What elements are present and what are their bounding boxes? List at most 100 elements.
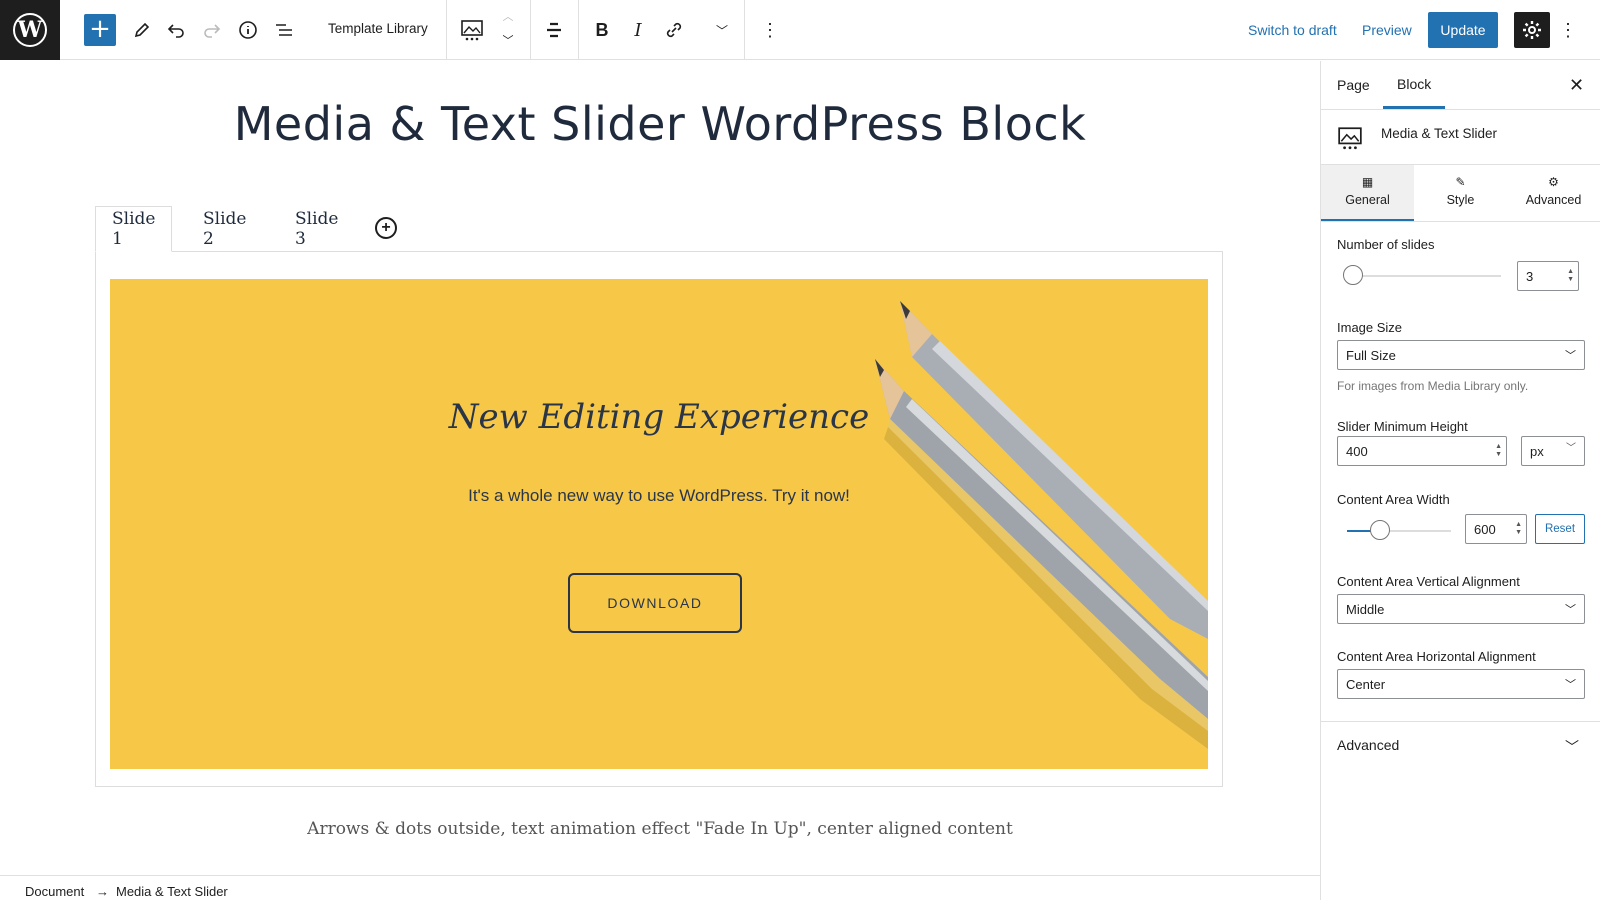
settings-sidebar: Page Block ✕ Media & Text Slider ▦ Gener… — [1320, 61, 1600, 900]
block-type-button[interactable] — [456, 14, 488, 46]
template-library-button[interactable]: Template Library — [328, 21, 428, 36]
divider — [1321, 721, 1600, 722]
details-button[interactable] — [232, 14, 264, 46]
italic-icon: I — [634, 19, 642, 41]
options-menu-button[interactable]: ⋮ — [1558, 14, 1578, 46]
image-size-select[interactable]: Full Size ﹀ — [1337, 340, 1585, 370]
block-card — [1337, 125, 1363, 151]
more-rich-text-button[interactable]: ﹀ — [706, 14, 738, 46]
vertical-alignment-label: Content Area Vertical Alignment — [1337, 574, 1520, 589]
advanced-panel-toggle[interactable]: Advanced — [1337, 737, 1399, 753]
slide-1[interactable]: New Editing Experience It's a whole new … — [110, 279, 1208, 769]
chevron-down-icon: ﹀ — [1565, 679, 1576, 691]
slider-block[interactable]: New Editing Experience It's a whole new … — [95, 251, 1223, 787]
vertical-alignment-select[interactable]: Middle ﹀ — [1337, 594, 1585, 624]
horizontal-alignment-label: Content Area Horizontal Alignment — [1337, 649, 1536, 664]
breadcrumb: Document → Media & Text Slider — [0, 875, 1320, 900]
align-button[interactable] — [538, 14, 570, 46]
redo-icon — [204, 24, 221, 38]
media-slider-icon — [461, 20, 483, 41]
download-button[interactable]: DOWNLOAD — [568, 573, 742, 633]
reset-button[interactable]: Reset — [1535, 514, 1585, 544]
media-slider-icon — [1338, 127, 1362, 150]
chevron-down-icon: ﹀ — [1565, 350, 1576, 362]
block-options-button[interactable]: ⋮ — [754, 14, 786, 46]
spinner-icon[interactable]: ▲ ▼ — [1495, 443, 1502, 459]
bold-button[interactable]: B — [586, 14, 618, 46]
vertical-alignment-value: Middle — [1346, 601, 1385, 617]
number-of-slides-track[interactable] — [1347, 275, 1501, 277]
close-icon: ✕ — [1569, 75, 1585, 95]
editor-top-toolbar: W + Template Library ︿ ﹀ B I ﹀ ⋮ Switch … — [0, 0, 1600, 60]
divider — [1321, 221, 1600, 222]
plus-circle-icon: + — [381, 219, 391, 236]
arrow-right-icon: → — [96, 884, 109, 899]
close-sidebar-button[interactable]: ✕ — [1569, 75, 1584, 96]
content-area-width-value: 600 — [1474, 521, 1496, 537]
layout-icon: ▦ — [1361, 175, 1374, 189]
horizontal-alignment-select[interactable]: Center ﹀ — [1337, 669, 1585, 699]
content-area-width-input[interactable]: 600 ▲ ▼ — [1465, 514, 1527, 544]
tab-advanced[interactable]: ⚙ Advanced — [1507, 165, 1600, 221]
move-down-button[interactable]: ﹀ — [492, 30, 524, 50]
chevron-down-icon: ﹀ — [502, 35, 514, 47]
preview-button[interactable]: Preview — [1362, 22, 1412, 38]
tab-style[interactable]: ✎ Style — [1414, 165, 1507, 221]
slider-min-height-input[interactable]: 400 ▲ ▼ — [1337, 436, 1507, 466]
more-vertical-icon: ⋮ — [761, 19, 779, 40]
page-title[interactable]: Media & Text Slider WordPress Block — [0, 97, 1320, 151]
tab-page[interactable]: Page — [1337, 61, 1370, 109]
toolbar-divider — [578, 0, 579, 60]
slider-min-height-unit-select[interactable]: px ﹀ — [1521, 436, 1585, 466]
chevron-down-icon: ﹀ — [1565, 604, 1576, 616]
list-view-icon — [276, 24, 292, 36]
align-center-icon — [547, 22, 561, 38]
link-button[interactable] — [658, 14, 690, 46]
image-size-value: Full Size — [1346, 347, 1396, 363]
number-of-slides-slider[interactable] — [1343, 265, 1363, 285]
chevron-up-icon: ︿ — [502, 11, 514, 23]
add-block-button[interactable]: + — [84, 14, 116, 46]
panel-tabs: ▦ General ✎ Style ⚙ Advanced — [1321, 165, 1600, 221]
slide-subtext[interactable]: It's a whole new way to use WordPress. T… — [110, 486, 1208, 506]
redo-button[interactable] — [196, 14, 228, 46]
breadcrumb-document[interactable]: Document — [25, 884, 84, 899]
move-up-button[interactable]: ︿ — [492, 6, 524, 26]
bold-icon: B — [595, 19, 609, 40]
slider-min-height-label: Slider Minimum Height — [1337, 419, 1468, 434]
content-area-width-slider[interactable] — [1370, 520, 1391, 540]
slide-tab-2[interactable]: Slide 2 — [187, 206, 262, 252]
tab-general[interactable]: ▦ General — [1321, 165, 1414, 221]
content-area-width-label: Content Area Width — [1337, 492, 1450, 507]
number-of-slides-label: Number of slides — [1337, 237, 1435, 252]
update-button[interactable]: Update — [1428, 12, 1498, 48]
chevron-down-icon[interactable]: ﹀ — [1565, 737, 1579, 757]
switch-to-draft-button[interactable]: Switch to draft — [1248, 22, 1337, 38]
tab-block[interactable]: Block — [1383, 61, 1446, 109]
settings-button[interactable] — [1514, 12, 1550, 48]
block-caption[interactable]: Arrows & dots outside, text animation ef… — [0, 819, 1320, 839]
wordpress-logo-button[interactable]: W — [0, 0, 60, 60]
slide-tab-3[interactable]: Slide 3 — [279, 206, 354, 252]
toolbar-divider — [744, 0, 745, 60]
slide-tab-1[interactable]: Slide 1 — [95, 206, 173, 252]
pencils-image — [875, 301, 1208, 749]
chevron-down-icon: ﹀ — [715, 23, 728, 38]
spinner-icon[interactable]: ▲ ▼ — [1567, 268, 1574, 284]
italic-button[interactable]: I — [622, 14, 654, 46]
link-icon — [666, 22, 682, 38]
number-of-slides-value: 3 — [1526, 268, 1534, 284]
spinner-icon[interactable]: ▲ ▼ — [1515, 521, 1522, 537]
tab-style-label: Style — [1446, 193, 1475, 207]
breadcrumb-block[interactable]: Media & Text Slider — [116, 884, 228, 899]
number-of-slides-input[interactable]: 3 ▲ ▼ — [1517, 261, 1579, 291]
pencil-icon — [134, 22, 150, 38]
edit-tools-button[interactable] — [126, 14, 158, 46]
toolbar-divider — [446, 0, 447, 60]
add-slide-button[interactable]: + — [375, 217, 397, 239]
slide-heading[interactable]: New Editing Experience — [110, 397, 1208, 437]
info-icon — [239, 21, 257, 39]
list-view-button[interactable] — [268, 14, 300, 46]
undo-button[interactable] — [160, 14, 192, 46]
tab-general-label: General — [1345, 193, 1390, 207]
